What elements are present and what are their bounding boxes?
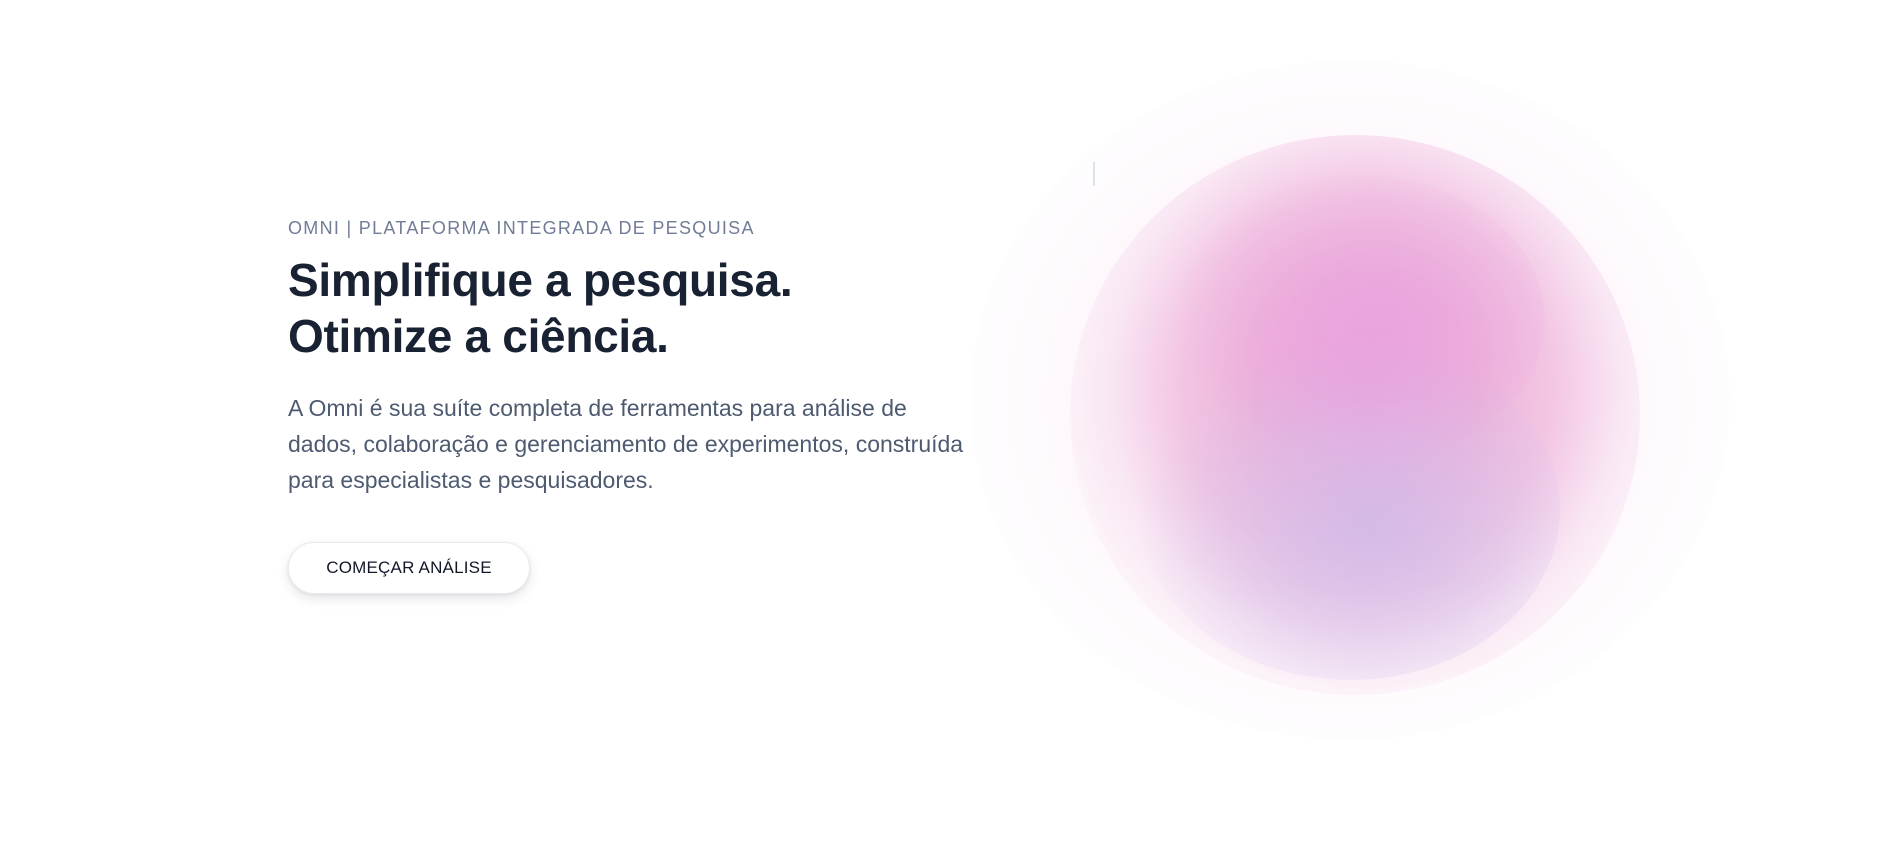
gradient-orb-visual (950, 40, 1750, 760)
orb-vertical-marker (1093, 162, 1095, 186)
hero-headline: Simplifique a pesquisa. Otimize a ciênci… (288, 252, 968, 364)
hero-copy: OMNI | PLATAFORMA INTEGRADA DE PESQUISA … (288, 214, 968, 594)
orb-rose-glow (1175, 175, 1545, 465)
hero-section: OMNI | PLATAFORMA INTEGRADA DE PESQUISA … (0, 0, 1900, 842)
headline-line-1: Simplifique a pesquisa. (288, 254, 793, 306)
eyebrow-label: OMNI | PLATAFORMA INTEGRADA DE PESQUISA (288, 218, 755, 238)
start-analysis-button[interactable]: COMEÇAR ANÁLISE (288, 542, 530, 594)
hero-description: A Omni é sua suíte completa de ferrament… (288, 395, 964, 493)
headline-line-2: Otimize a ciência. (288, 310, 669, 362)
